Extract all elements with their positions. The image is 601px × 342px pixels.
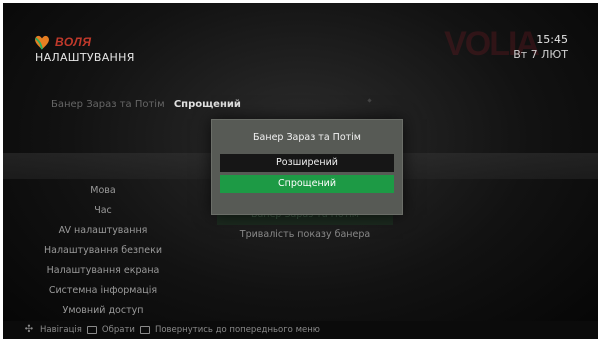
sidebar-item-system-info[interactable]: Системна інформація <box>3 281 203 301</box>
current-setting-row: Банер Зараз та Потім Спрощений <box>51 99 241 110</box>
sidebar-item-time[interactable]: Час <box>3 201 203 221</box>
ok-button-icon <box>86 326 97 334</box>
popup-option-simplified[interactable]: Спрощений <box>220 175 394 193</box>
current-setting-label: Банер Зараз та Потім <box>51 99 165 110</box>
heart-leaf-icon <box>35 35 49 50</box>
footer-nav-label: Навігація <box>40 325 82 335</box>
footer-ok-label: Обрати <box>101 325 135 335</box>
clock-time: 15:45 <box>536 33 568 46</box>
banner-mode-popup: Банер Зараз та Потім Розширений Спрощени… <box>211 119 403 215</box>
footer-back-label: Повернутись до попереднього меню <box>154 325 320 335</box>
back-button-icon <box>139 326 150 334</box>
sidebar-item-security[interactable]: Налаштування безпеки <box>3 241 203 261</box>
page-title: НАЛАШТУВАННЯ <box>35 51 135 64</box>
popup-title: Банер Зараз та Потім <box>253 132 361 143</box>
submenu-item-banner-duration[interactable]: Тривалість показу банера <box>217 225 393 245</box>
tv-screen: VOLIA ВОЛЯ НАЛАШТУВАННЯ 15:45 Вт 7 ЛЮТ Б… <box>3 3 598 339</box>
popup-option-extended[interactable]: Розширений <box>220 154 394 172</box>
dim-arrow-icon <box>367 98 372 103</box>
clock: 15:45 Вт 7 ЛЮТ <box>513 33 568 61</box>
sidebar-item-av[interactable]: AV налаштування <box>3 221 203 241</box>
clock-date: Вт 7 ЛЮТ <box>513 48 568 61</box>
help-footer: ✣ Навігація Обрати Повернутись до попере… <box>3 321 598 339</box>
sidebar-item-screen[interactable]: Налаштування екрана <box>3 261 203 281</box>
current-setting-value: Спрощений <box>173 99 241 110</box>
navigation-arrows-icon: ✣ <box>24 324 34 335</box>
settings-side-menu: Мова Час AV налаштування Налаштування бе… <box>3 181 203 321</box>
sidebar-item-language[interactable]: Мова <box>3 181 203 201</box>
logo-text: ВОЛЯ <box>55 35 92 49</box>
sidebar-item-conditional-access[interactable]: Умовний доступ <box>3 301 203 321</box>
brand-logo: ВОЛЯ <box>33 33 92 51</box>
